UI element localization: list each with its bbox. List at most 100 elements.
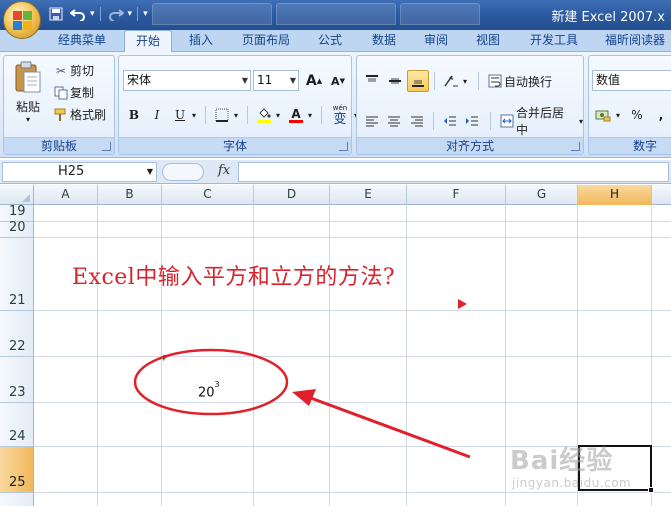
borders-button[interactable] <box>211 104 233 126</box>
row-header-26[interactable] <box>0 493 34 506</box>
tab-foxit-reader[interactable]: 福昕阅读器 <box>598 30 671 52</box>
merge-center-button[interactable]: 合并后居中 ▾ <box>498 104 583 138</box>
tab-developer[interactable]: 开发工具 <box>520 30 588 52</box>
clipboard-dialog-launcher-icon[interactable] <box>102 142 111 151</box>
formula-input[interactable] <box>238 162 669 182</box>
select-all-button[interactable] <box>0 185 34 205</box>
gridline <box>329 205 330 506</box>
row-header-25[interactable]: 25 <box>0 447 34 493</box>
office-button[interactable] <box>3 1 41 39</box>
shrink-font-button[interactable]: A ▼ <box>327 70 349 92</box>
orientation-dropdown-icon[interactable]: ▾ <box>463 77 471 86</box>
save-icon[interactable] <box>46 4 66 24</box>
cell-c23-value[interactable]: 203 <box>198 380 220 400</box>
phonetic-guide-button[interactable]: wén 变 <box>327 104 353 126</box>
clipboard-group-label: 剪贴板 <box>4 137 114 154</box>
font-name-combo[interactable]: 宋体 ▼ <box>123 70 251 91</box>
paste-dropdown-icon[interactable]: ▾ <box>8 115 48 124</box>
underline-button[interactable]: U <box>169 104 191 126</box>
align-left-button[interactable] <box>361 110 383 132</box>
toolbar-divider <box>321 106 322 124</box>
toolbar-divider <box>432 112 434 130</box>
tab-data[interactable]: 数据 <box>362 30 406 52</box>
red-marker-icon <box>458 299 467 309</box>
column-header-h[interactable]: H <box>578 185 652 205</box>
font-color-button[interactable]: A <box>285 104 307 126</box>
cut-button[interactable]: ✂ 剪切 <box>52 62 94 79</box>
row-header-23[interactable]: 23 <box>0 357 34 403</box>
tab-home[interactable]: 开始 <box>124 30 172 53</box>
copy-button[interactable]: 复制 <box>52 84 94 101</box>
formula-expand-handle[interactable] <box>162 163 204 181</box>
fill-color-button[interactable] <box>253 104 275 126</box>
grow-font-button[interactable]: A ▲ <box>303 70 325 92</box>
column-header-i[interactable] <box>652 185 671 205</box>
background-window-tab[interactable] <box>152 3 272 25</box>
underline-dropdown-icon[interactable]: ▾ <box>192 111 200 120</box>
italic-button[interactable]: I <box>146 104 168 126</box>
tab-view[interactable]: 视图 <box>466 30 510 52</box>
undo-dropdown-icon[interactable]: ▾ <box>90 9 95 19</box>
column-header-b[interactable]: B <box>98 185 162 205</box>
increase-indent-button[interactable] <box>462 110 484 132</box>
customize-qat-icon[interactable]: ▾ <box>143 9 148 19</box>
undo-icon[interactable] <box>68 4 88 24</box>
tab-insert[interactable]: 插入 <box>180 30 222 52</box>
number-format-combo[interactable]: 数值 <box>592 70 671 91</box>
column-header-c[interactable]: C <box>162 185 254 205</box>
column-header-f[interactable]: F <box>407 185 506 205</box>
tab-page-layout[interactable]: 页面布局 <box>232 30 300 52</box>
font-color-dropdown-icon[interactable]: ▾ <box>308 111 316 120</box>
align-middle-icon <box>389 78 401 84</box>
background-window-tab[interactable] <box>400 3 480 25</box>
toolbar-divider <box>434 72 435 90</box>
name-box[interactable]: H25 ▼ <box>2 162 157 182</box>
align-top-button[interactable] <box>361 70 383 92</box>
row-header-24[interactable]: 24 <box>0 403 34 447</box>
redo-icon[interactable] <box>106 4 126 24</box>
decrease-indent-button[interactable] <box>439 110 461 132</box>
paste-button[interactable]: 粘贴 ▾ <box>8 60 48 130</box>
number-group: 数值 ▾ % , 数字 <box>588 55 671 155</box>
clipboard-group: 粘贴 ▾ ✂ 剪切 复制 格式刷 剪贴板 <box>3 55 115 155</box>
row-header-22[interactable]: 22 <box>0 311 34 357</box>
align-right-button[interactable] <box>406 110 428 132</box>
align-bottom-button[interactable] <box>407 70 429 92</box>
accounting-dropdown-icon[interactable]: ▾ <box>616 111 624 120</box>
column-header-e[interactable]: E <box>330 185 407 205</box>
bold-button[interactable]: B <box>123 104 145 126</box>
percent-style-button[interactable]: % <box>626 104 648 126</box>
font-dialog-launcher-icon[interactable] <box>339 142 348 151</box>
font-size-combo[interactable]: 11 ▼ <box>253 70 299 91</box>
format-painter-button[interactable]: 格式刷 <box>52 106 106 123</box>
background-window-tab[interactable] <box>276 3 396 25</box>
tab-review[interactable]: 审阅 <box>414 30 458 52</box>
redo-dropdown-icon[interactable]: ▾ <box>128 9 133 19</box>
comma-style-button[interactable]: , <box>650 104 671 126</box>
formula-bar: H25 ▼ fx <box>0 160 671 184</box>
row-header-20[interactable]: 20 <box>0 220 34 238</box>
column-header-g[interactable]: G <box>506 185 578 205</box>
gridline <box>34 310 671 311</box>
insert-function-icon[interactable]: fx <box>218 163 230 178</box>
cut-label: 剪切 <box>70 64 95 78</box>
window-title: 新建 Excel 2007.x <box>551 10 665 25</box>
background-windows <box>152 3 480 25</box>
column-header-d[interactable]: D <box>254 185 330 205</box>
borders-dropdown-icon[interactable]: ▾ <box>234 111 242 120</box>
wrap-text-button[interactable]: 自动换行 <box>486 73 552 90</box>
error-indicator-icon <box>163 355 169 361</box>
column-header-a[interactable]: A <box>34 185 98 205</box>
merge-center-dropdown-icon[interactable]: ▾ <box>579 117 583 126</box>
fill-color-dropdown-icon[interactable]: ▾ <box>276 111 284 120</box>
orientation-button[interactable] <box>440 70 462 92</box>
tab-classic-menu[interactable]: 经典菜单 <box>50 30 114 52</box>
row-header-21[interactable]: 21 <box>0 238 34 311</box>
align-middle-button[interactable] <box>384 70 406 92</box>
tab-formulas[interactable]: 公式 <box>308 30 352 52</box>
accounting-format-button[interactable] <box>592 104 614 126</box>
align-center-button[interactable] <box>384 110 406 132</box>
row-number: 22 <box>9 339 26 354</box>
alignment-dialog-launcher-icon[interactable] <box>571 142 580 151</box>
font-name-value: 宋体 <box>127 73 152 87</box>
